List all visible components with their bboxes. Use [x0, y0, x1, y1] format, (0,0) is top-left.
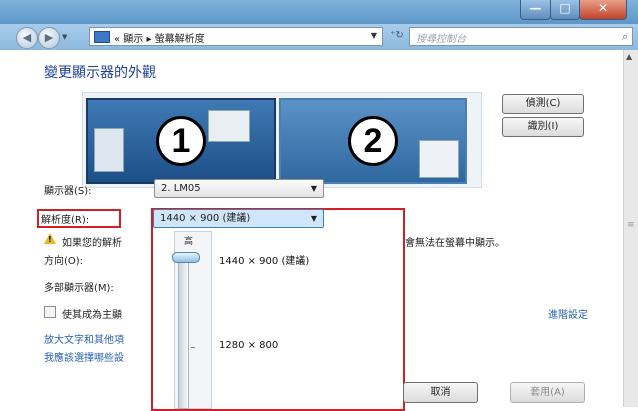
maximize-button[interactable]: □	[550, 0, 580, 20]
navigation-bar: ◀ ▶ ▼ « 顯示 ▸ 螢幕解析度 ▼ ⁺↻ 搜尋控制台 ⌕	[0, 24, 638, 50]
make-main-display-label: 使其成為主顯	[62, 310, 122, 321]
scroll-up-icon[interactable]: ▲	[626, 52, 632, 61]
make-main-display-checkbox[interactable]	[44, 306, 56, 318]
minimize-button[interactable]: —	[520, 0, 551, 20]
breadcrumb[interactable]: « 顯示 ▸ 螢幕解析度	[114, 30, 205, 45]
search-icon[interactable]: ⌕	[622, 30, 628, 44]
resolution-option-1280[interactable]: 1280 × 800	[219, 340, 278, 351]
advanced-settings-link[interactable]: 進階設定	[548, 306, 588, 321]
monitor-1-window-thumbnail-2	[208, 110, 250, 142]
monitor-arrangement: 1 2	[82, 92, 482, 188]
slider-high-label: 高	[184, 237, 194, 247]
resolution-slider-track[interactable]	[178, 253, 189, 409]
display-select[interactable]: 2. LM05 ▼	[154, 179, 324, 198]
orientation-label: 方向(O):	[44, 256, 84, 267]
control-panel-icon	[94, 31, 110, 43]
resolution-option-recommended[interactable]: 1440 × 900 (建議)	[219, 252, 309, 267]
back-arrow-icon[interactable]: ◀	[16, 27, 38, 49]
which-settings-link[interactable]: 我應該選擇哪些設	[44, 349, 124, 364]
resolution-slider-thumb[interactable]	[172, 252, 200, 263]
display-select-value: 2. LM05	[161, 183, 201, 194]
resolution-select[interactable]: 1440 × 900 (建議) ▼	[153, 209, 324, 228]
title-bar: — □ ✕	[0, 0, 638, 24]
refresh-icon[interactable]: ⁺↻	[386, 27, 408, 44]
search-input[interactable]: 搜尋控制台 ⌕	[409, 27, 633, 46]
monitor-1[interactable]: 1	[86, 98, 276, 184]
monitor-2-window-thumbnail	[419, 140, 459, 178]
search-placeholder: 搜尋控制台	[416, 34, 466, 45]
monitor-2[interactable]: 2	[279, 98, 467, 184]
text-size-link[interactable]: 放大文字和其他項	[44, 331, 124, 346]
warning-exclamation: !	[48, 235, 52, 244]
warning-text-start: 如果您的解析	[62, 238, 122, 249]
recent-pages-dropdown-icon[interactable]: ▼	[62, 33, 67, 41]
monitor-1-window-thumbnail	[94, 128, 124, 172]
cancel-button[interactable]: 取消	[403, 382, 478, 403]
chevron-down-icon: ▼	[310, 184, 317, 193]
chevron-down-icon: ▼	[310, 214, 317, 223]
detect-button[interactable]: 偵測(C)	[502, 94, 584, 114]
apply-button[interactable]: 套用(A)	[510, 382, 585, 403]
slider-tick	[191, 347, 195, 348]
monitor-1-number: 1	[156, 116, 206, 166]
close-button[interactable]: ✕	[579, 0, 627, 20]
content-area: 變更顯示器的外觀 1 2 偵測(C) 識別(I) 顯示器(S): 2. LM05…	[0, 50, 623, 411]
forward-arrow-icon[interactable]: ▶	[38, 27, 60, 49]
address-bar[interactable]: « 顯示 ▸ 螢幕解析度 ▼	[89, 27, 383, 46]
multiple-displays-label: 多部顯示器(M):	[44, 283, 114, 294]
display-label: 顯示器(S):	[44, 186, 92, 197]
resolution-select-value: 1440 × 900 (建議)	[160, 213, 251, 224]
scrollbar-grip[interactable]: ≡	[627, 220, 635, 230]
vertical-scrollbar[interactable]: ▲ ≡	[623, 50, 638, 407]
identify-button[interactable]: 識別(I)	[502, 117, 584, 137]
address-dropdown-icon[interactable]: ▼	[371, 31, 377, 40]
warning-text-end: 會無法在螢幕中顯示。	[405, 238, 505, 249]
monitor-2-number: 2	[348, 116, 398, 166]
resolution-label: 解析度(R):	[41, 215, 90, 226]
page-title: 變更顯示器的外觀	[44, 65, 156, 81]
